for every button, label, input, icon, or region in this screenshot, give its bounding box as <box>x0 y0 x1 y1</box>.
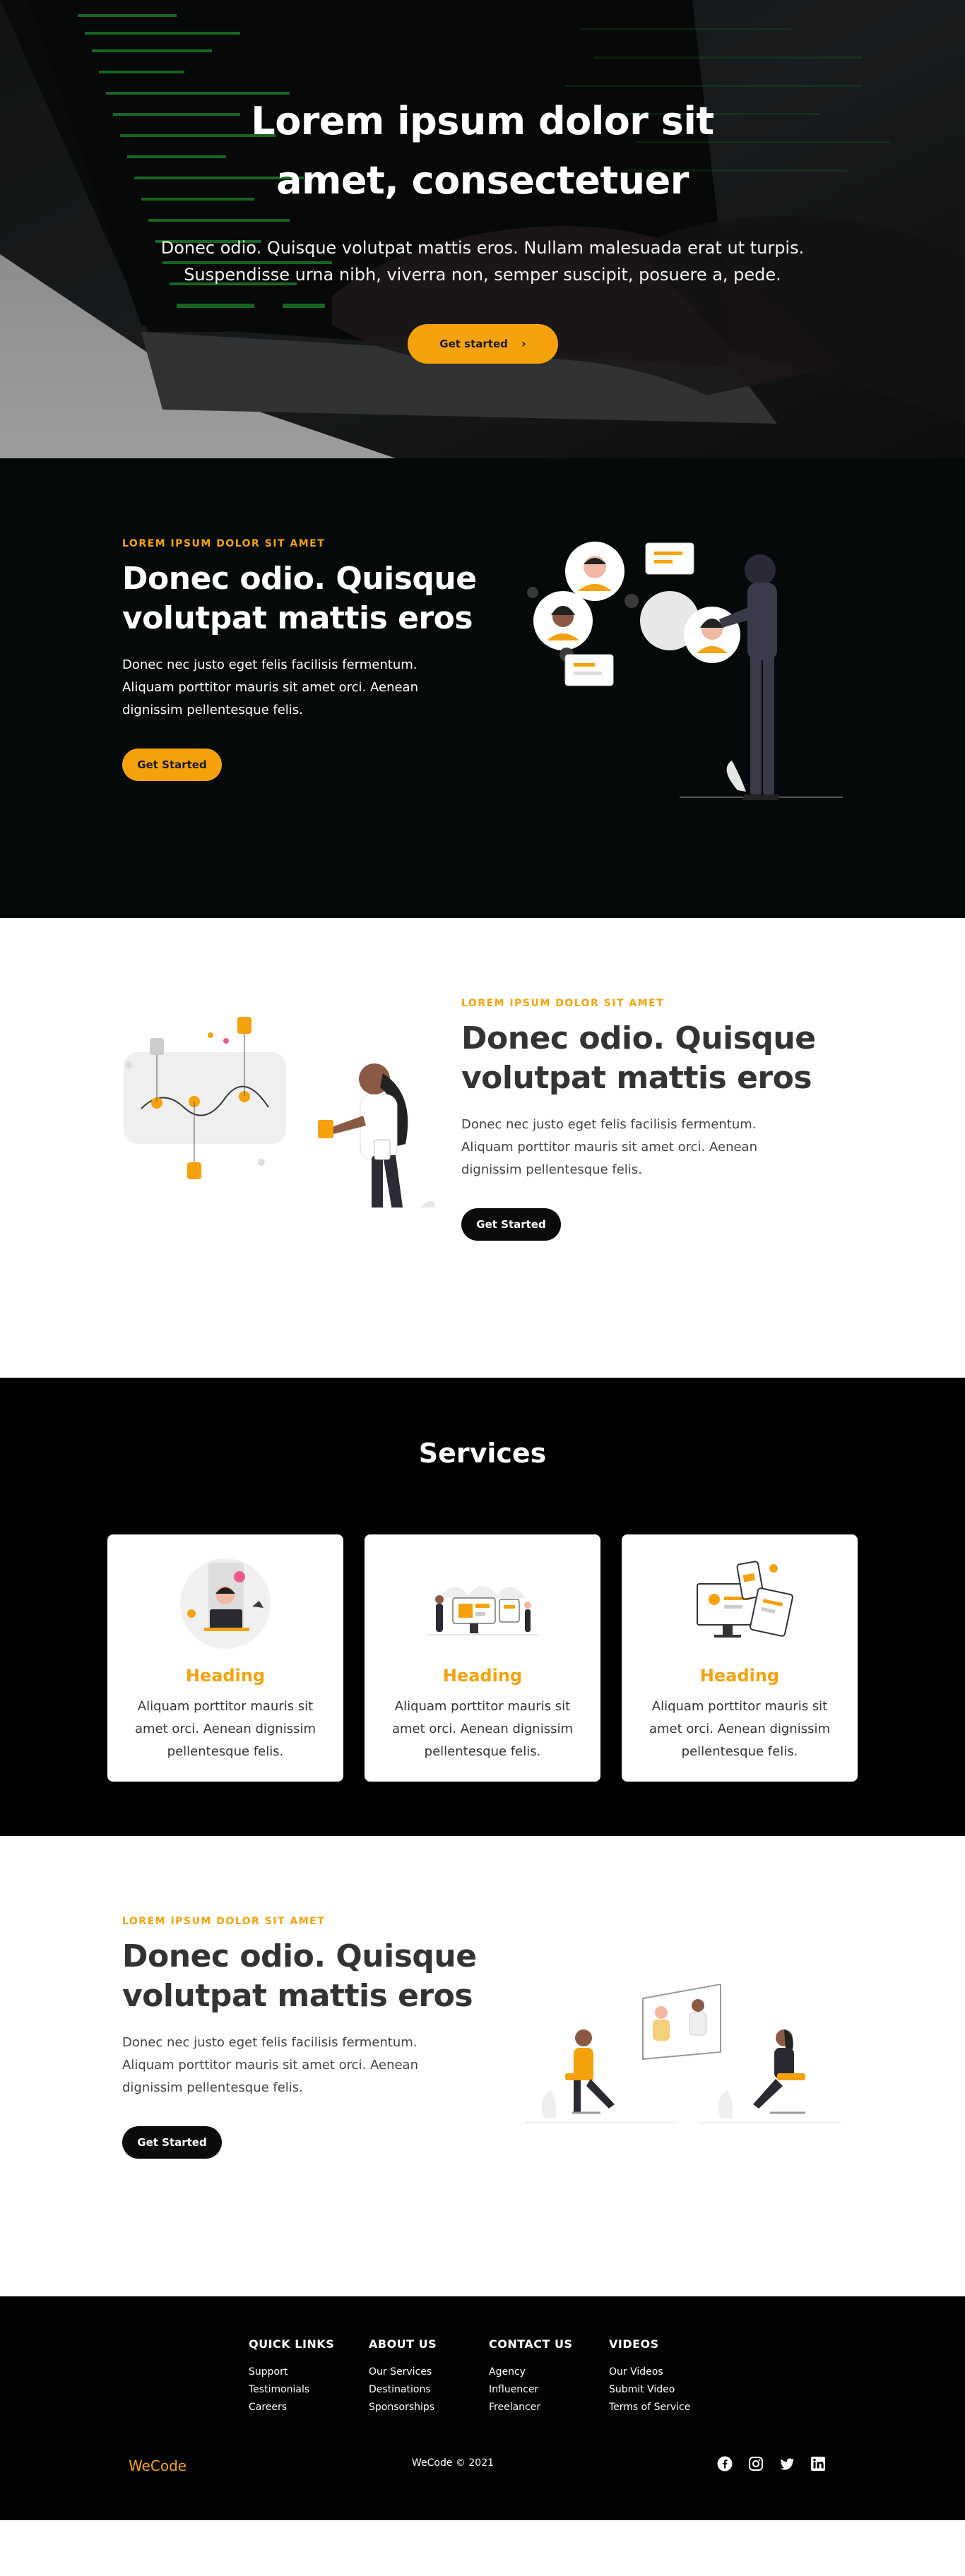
feature-section-2: LOREM IPSUM DOLOR SIT AMET Donec odio. Q… <box>0 918 965 1378</box>
feature2-body: Donec nec justo eget felis facilisis fer… <box>461 1117 757 1177</box>
footer-column-quick-links: QUICK LINKS Support Testimonials Careers <box>249 2337 334 2416</box>
feature2-heading: Donec odio. Quisque volutpat mattis eros <box>461 1020 816 1096</box>
feature-section-3: LOREM IPSUM DOLOR SIT AMET Donec odio. Q… <box>0 1836 965 2296</box>
service-card-2-heading: Heading <box>442 1666 523 1686</box>
footer-link[interactable]: Our Services <box>369 2363 437 2381</box>
footer-link[interactable]: Testimonials <box>249 2381 334 2399</box>
feature1-body: Donec nec justo eget felis facilisis fer… <box>122 657 418 717</box>
feature2-eyebrow: LOREM IPSUM DOLOR SIT AMET <box>461 998 665 1009</box>
footer-link[interactable]: Influencer <box>489 2381 573 2399</box>
hero-get-started-button[interactable]: Get started › <box>408 324 558 364</box>
footer: QUICK LINKS Support Testimonials Careers… <box>0 2296 965 2520</box>
footer-column-about-us: ABOUT US Our Services Destinations Spons… <box>369 2337 437 2416</box>
footer-link[interactable]: Terms of Service <box>609 2399 690 2416</box>
footer-link[interactable]: Freelancer <box>489 2399 573 2416</box>
footer-copyright: WeCode © 2021 <box>412 2457 495 2469</box>
feature1-eyebrow: LOREM IPSUM DOLOR SIT AMET <box>122 538 326 549</box>
footer-link[interactable]: Destinations <box>369 2381 437 2399</box>
feature3-body: Donec nec justo eget felis facilisis fer… <box>122 2035 418 2095</box>
footer-link[interactable]: Our Videos <box>609 2363 690 2381</box>
social-connect-illustration <box>527 542 843 800</box>
footer-column-title: QUICK LINKS <box>249 2337 335 2351</box>
footer-link[interactable]: Agency <box>489 2363 573 2381</box>
dashboard-team-icon <box>426 1586 539 1635</box>
service-card-1-heading: Heading <box>185 1666 266 1686</box>
footer-link[interactable]: Support <box>249 2363 334 2381</box>
instagram-icon[interactable] <box>748 2456 764 2471</box>
twitter-icon[interactable] <box>779 2456 795 2471</box>
service-card-1[interactable]: Heading Aliquam porttitor mauris sit ame… <box>107 1534 343 1782</box>
feature1-heading: Donec odio. Quisque volutpat mattis eros <box>122 561 477 636</box>
footer-link[interactable]: Sponsorships <box>369 2399 437 2416</box>
feature3-eyebrow: LOREM IPSUM DOLOR SIT AMET <box>122 1916 326 1927</box>
remote-work-icon <box>180 1558 271 1649</box>
hero-section: Lorem ipsum dolor sit amet, consectetuer… <box>0 0 965 458</box>
footer-column-title: ABOUT US <box>369 2337 437 2351</box>
analytics-illustration <box>124 1017 435 1208</box>
hero-subtitle: Donec odio. Quisque volutpat mattis eros… <box>160 238 805 285</box>
feature2-cta-label: Get Started <box>476 1218 546 1231</box>
devices-icon <box>697 1561 793 1638</box>
service-card-3-text: Aliquam porttitor mauris sit amet orci. … <box>649 1699 831 1759</box>
feature2-get-started-button[interactable]: Get Started <box>461 1208 561 1241</box>
service-card-2[interactable]: Heading Aliquam porttitor mauris sit ame… <box>365 1534 600 1782</box>
footer-brand-logo[interactable]: WeCode <box>129 2457 187 2474</box>
hero-title: Lorem ipsum dolor sit amet, consectetuer <box>251 99 714 203</box>
hero-cta-label: Get started <box>439 338 508 350</box>
footer-column-contact-us: CONTACT US Agency Influencer Freelancer <box>489 2337 573 2416</box>
service-card-1-text: Aliquam porttitor mauris sit amet orci. … <box>134 1699 316 1759</box>
footer-column-title: CONTACT US <box>489 2337 573 2351</box>
footer-social-links <box>717 2456 826 2471</box>
feature3-get-started-button[interactable]: Get Started <box>122 2126 222 2159</box>
feature-section-1: LOREM IPSUM DOLOR SIT AMET Donec odio. Q… <box>0 458 965 918</box>
service-card-3[interactable]: Heading Aliquam porttitor mauris sit ame… <box>622 1534 858 1782</box>
facebook-icon[interactable] <box>717 2456 733 2471</box>
service-card-2-text: Aliquam porttitor mauris sit amet orci. … <box>391 1699 574 1759</box>
footer-column-title: VIDEOS <box>609 2337 659 2351</box>
video-meeting-illustration <box>523 1984 841 2123</box>
footer-link[interactable]: Careers <box>249 2399 334 2416</box>
feature1-get-started-button[interactable]: Get Started <box>122 749 222 781</box>
services-section: Services Heading Aliquam porttitor mauri… <box>0 1378 965 1836</box>
service-card-3-heading: Heading <box>699 1666 780 1686</box>
footer-link[interactable]: Submit Video <box>609 2381 690 2399</box>
feature3-heading: Donec odio. Quisque volutpat mattis eros <box>122 1938 477 2014</box>
feature3-cta-label: Get Started <box>137 2136 207 2149</box>
linkedin-icon[interactable] <box>810 2456 826 2471</box>
chevron-right-icon: › <box>521 337 526 350</box>
feature1-cta-label: Get Started <box>137 758 207 771</box>
hero-content: Lorem ipsum dolor sit amet, consectetuer… <box>0 92 965 288</box>
footer-column-videos: VIDEOS Our Videos Submit Video Terms of … <box>609 2337 690 2416</box>
services-title: Services <box>418 1438 547 1469</box>
